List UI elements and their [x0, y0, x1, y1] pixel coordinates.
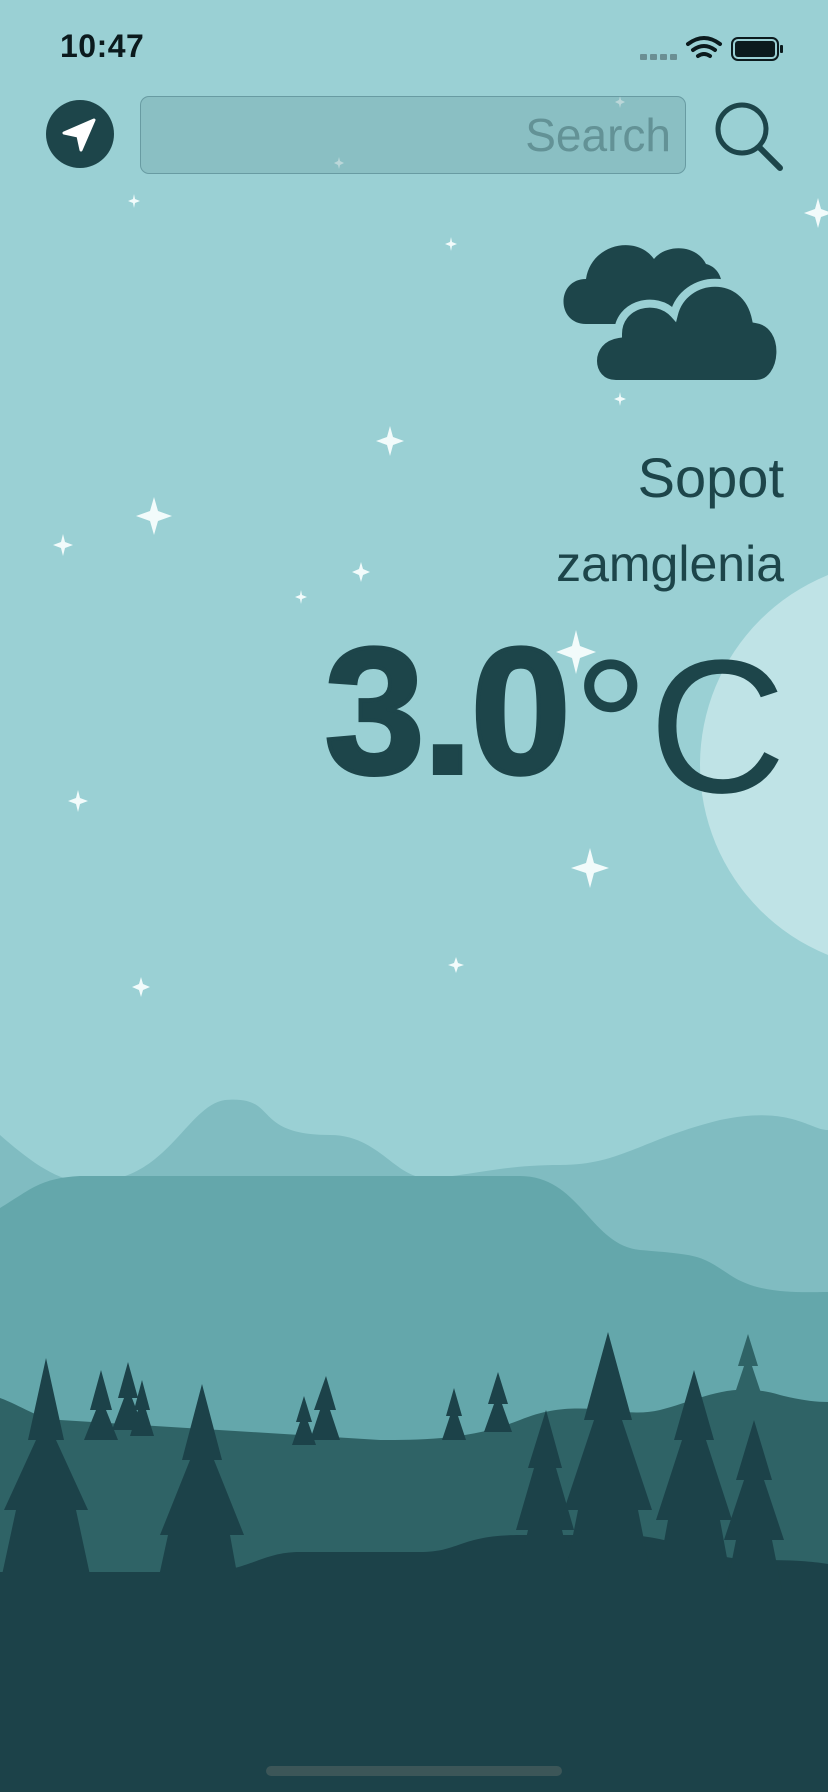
battery-icon — [731, 37, 783, 61]
weather-screen: 10:47 Search Sopot zamglenia 3.0 °C — [0, 0, 828, 1792]
cellular-signal-icon — [640, 54, 677, 60]
current-location-button[interactable] — [46, 100, 114, 168]
status-icons — [618, 34, 798, 64]
location-arrow-icon — [62, 118, 96, 152]
temperature-value: 3.0 — [323, 611, 573, 812]
weather-condition: zamglenia — [556, 536, 784, 592]
cloudy-icon — [556, 224, 782, 394]
search-button[interactable] — [712, 98, 786, 174]
home-indicator[interactable] — [266, 1766, 562, 1776]
search-input[interactable] — [141, 97, 685, 173]
temperature-display: 3.0 °C — [323, 611, 786, 833]
city-name: Sopot — [637, 446, 784, 509]
search-field[interactable] — [140, 96, 686, 174]
status-time: 10:47 — [60, 28, 145, 64]
wifi-icon — [686, 36, 722, 58]
temperature-unit: °C — [572, 621, 786, 833]
magnifier-icon — [715, 102, 783, 171]
